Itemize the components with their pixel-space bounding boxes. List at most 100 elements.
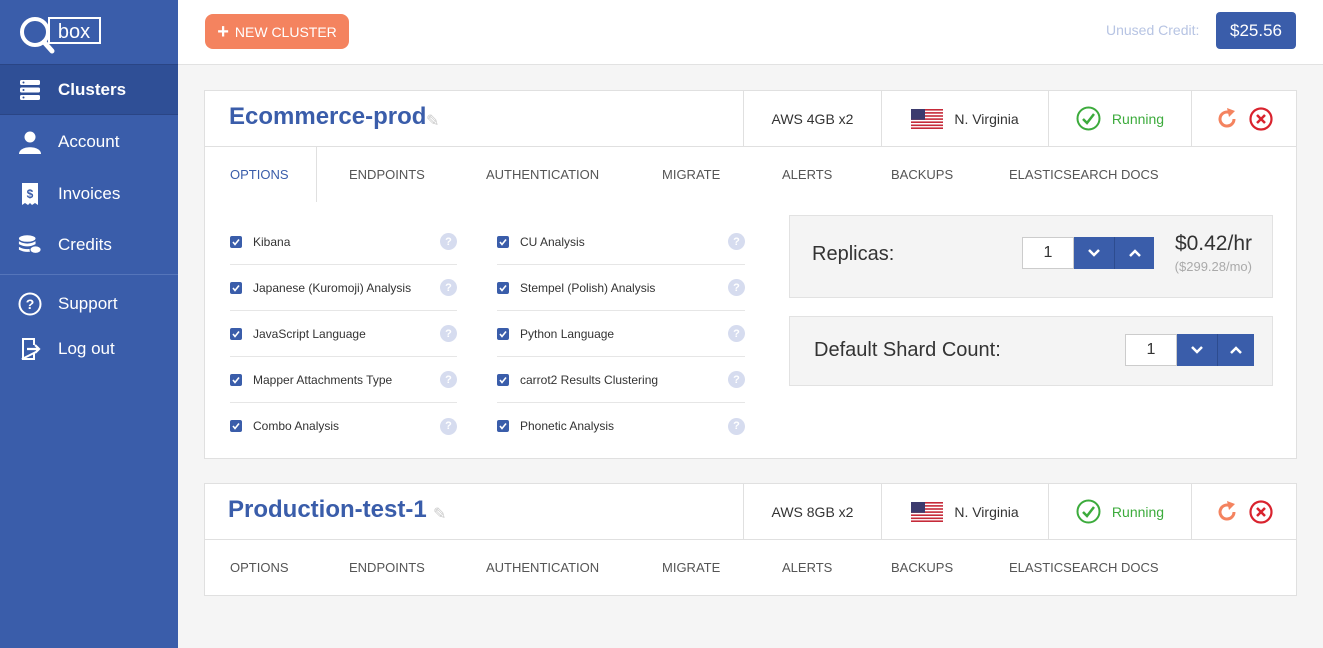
cluster-tabs: OPTIONS ENDPOINTS AUTHENTICATION MIGRATE… (205, 147, 1296, 202)
cluster-region: N. Virginia (881, 91, 1048, 146)
option-item[interactable]: Phonetic Analysis ? (497, 403, 745, 449)
option-item[interactable]: Japanese (Kuromoji) Analysis ? (230, 265, 457, 311)
shard-count-panel: Default Shard Count: 1 (789, 316, 1273, 386)
checkbox-checked[interactable] (497, 420, 509, 432)
option-item[interactable]: Stempel (Polish) Analysis ? (497, 265, 745, 311)
check-circle-icon (1076, 106, 1101, 131)
option-item[interactable]: Kibana ? (230, 219, 457, 265)
option-item[interactable]: Mapper Attachments Type ? (230, 357, 457, 403)
option-item[interactable]: Combo Analysis ? (230, 403, 457, 449)
cluster-actions (1191, 91, 1296, 146)
checkbox-checked[interactable] (497, 235, 509, 248)
option-label: Stempel (Polish) Analysis (520, 280, 656, 295)
help-icon[interactable]: ? (440, 417, 457, 435)
checkbox-checked[interactable] (497, 373, 509, 386)
logo-text: box (58, 21, 90, 43)
svg-text:?: ? (26, 296, 35, 312)
tab-elasticsearch-docs[interactable]: ELASTICSEARCH DOCS (1009, 147, 1159, 202)
sidebar-item-invoices[interactable]: $ Invoices (0, 169, 178, 219)
us-flag-icon (911, 108, 944, 129)
shard-count-increment-button[interactable] (1217, 334, 1254, 366)
tab-migrate[interactable]: MIGRATE (662, 540, 720, 595)
help-icon[interactable]: ? (728, 417, 745, 435)
qbox-logo[interactable]: box (18, 15, 102, 55)
checkbox-checked[interactable] (497, 327, 509, 340)
cluster-header: Production-test-1 ✎ AWS 8GB x2 N. Virgin… (205, 484, 1296, 540)
sidebar-item-support[interactable]: ? Support (0, 280, 178, 328)
chevron-up-icon (1128, 249, 1141, 257)
tab-options[interactable]: OPTIONS (205, 147, 317, 202)
edit-pencil-icon[interactable]: ✎ (433, 504, 446, 524)
sidebar-item-label: Invoices (58, 184, 121, 203)
tab-alerts[interactable]: ALERTS (782, 540, 832, 595)
receipt-icon: $ (18, 182, 42, 206)
tab-backups[interactable]: BACKUPS (891, 147, 953, 202)
tab-migrate[interactable]: MIGRATE (662, 147, 720, 202)
option-label: JavaScript Language (253, 326, 366, 341)
shard-count-label: Default Shard Count: (814, 339, 1001, 361)
check-circle-icon (1076, 499, 1101, 524)
delete-icon[interactable] (1249, 499, 1273, 524)
option-item[interactable]: carrot2 Results Clustering ? (497, 357, 745, 403)
tab-options[interactable]: OPTIONS (230, 540, 289, 595)
unused-credit-value[interactable]: $25.56 (1216, 12, 1296, 49)
help-icon[interactable]: ? (440, 325, 457, 342)
tab-elasticsearch-docs[interactable]: ELASTICSEARCH DOCS (1009, 540, 1159, 595)
help-icon[interactable]: ? (728, 371, 745, 388)
tab-alerts[interactable]: ALERTS (782, 147, 832, 202)
checkbox-checked[interactable] (230, 281, 242, 294)
tab-authentication[interactable]: AUTHENTICATION (486, 147, 599, 202)
replicas-input[interactable]: 1 (1022, 237, 1074, 269)
sidebar-item-logout[interactable]: Log out (0, 325, 178, 373)
help-icon[interactable]: ? (440, 233, 457, 250)
logout-icon (18, 337, 42, 361)
help-icon[interactable]: ? (440, 371, 457, 388)
help-icon[interactable]: ? (440, 279, 457, 296)
tab-endpoints[interactable]: ENDPOINTS (349, 540, 425, 595)
replicas-increment-button[interactable] (1114, 237, 1154, 269)
checkbox-checked[interactable] (230, 373, 242, 386)
region-label: N. Virginia (954, 503, 1019, 520)
option-label: carrot2 Results Clustering (520, 372, 659, 387)
shard-count-decrement-button[interactable] (1177, 334, 1217, 366)
sidebar-item-credits[interactable]: Credits (0, 220, 178, 270)
cluster-name[interactable]: Production-test-1 (228, 496, 427, 524)
option-item[interactable]: Python Language ? (497, 311, 745, 357)
replicas-panel: Replicas: 1 $0.42/hr ($299.28/mo) (789, 215, 1273, 298)
delete-icon[interactable] (1249, 106, 1273, 131)
monthly-price: ($299.28/mo) (1174, 259, 1252, 274)
sidebar-item-clusters[interactable]: Clusters (0, 64, 178, 115)
tab-backups[interactable]: BACKUPS (891, 540, 953, 595)
option-label: Japanese (Kuromoji) Analysis (253, 280, 412, 295)
option-item[interactable]: CU Analysis ? (497, 219, 745, 265)
checkbox-checked[interactable] (230, 420, 242, 432)
tab-authentication[interactable]: AUTHENTICATION (486, 540, 599, 595)
shard-count-input[interactable]: 1 (1125, 334, 1177, 366)
cluster-instance: AWS 8GB x2 (743, 484, 881, 539)
new-cluster-button[interactable]: + NEW CLUSTER (205, 14, 349, 49)
cluster-name[interactable]: Ecommerce-prod (229, 103, 426, 131)
sidebar-item-label: Support (58, 294, 118, 313)
restart-icon[interactable] (1215, 500, 1239, 524)
cluster-region: N. Virginia (881, 484, 1048, 539)
sidebar-item-account[interactable]: Account (0, 117, 178, 167)
cluster-actions (1191, 484, 1296, 539)
help-icon[interactable]: ? (728, 233, 745, 250)
edit-pencil-icon[interactable]: ✎ (426, 111, 439, 131)
sidebar-item-label: Clusters (58, 79, 127, 99)
sidebar: box Clusters Account $ Invoices Credits … (0, 0, 178, 648)
help-icon[interactable]: ? (728, 325, 745, 342)
sidebar-divider (0, 274, 178, 275)
help-icon[interactable]: ? (728, 279, 745, 296)
cluster-card: Production-test-1 ✎ AWS 8GB x2 N. Virgin… (204, 483, 1297, 596)
option-item[interactable]: JavaScript Language ? (230, 311, 457, 357)
checkbox-checked[interactable] (497, 281, 509, 294)
replicas-decrement-button[interactable] (1074, 237, 1114, 269)
checkbox-checked[interactable] (230, 235, 242, 248)
chevron-down-icon (1088, 249, 1100, 257)
chevron-up-icon (1230, 346, 1242, 354)
checkbox-checked[interactable] (230, 327, 242, 340)
tab-endpoints[interactable]: ENDPOINTS (349, 147, 425, 202)
restart-icon[interactable] (1215, 107, 1239, 131)
help-circle-icon: ? (18, 292, 42, 316)
